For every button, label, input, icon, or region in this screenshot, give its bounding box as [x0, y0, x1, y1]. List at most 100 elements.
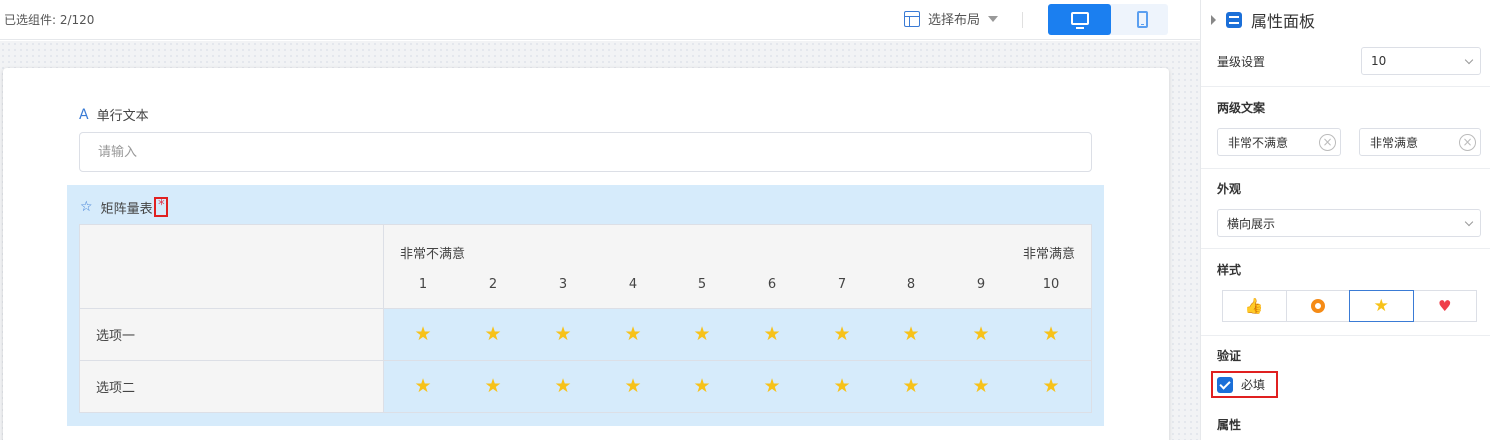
panel-title: 属性面板: [1251, 12, 1316, 31]
star-icon[interactable]: ★: [408, 323, 438, 345]
layout-select-label: 选择布局: [928, 13, 981, 28]
heart-icon: ♥: [1438, 297, 1452, 315]
level-setting-value: 10: [1371, 54, 1387, 68]
chevron-down-icon: [1464, 217, 1474, 227]
required-mark: *: [153, 197, 168, 217]
clear-icon[interactable]: ×: [1319, 134, 1336, 151]
matrix-field-label: ☆ 矩阵量表 *: [80, 197, 168, 217]
desktop-view-button[interactable]: [1048, 4, 1111, 35]
attributes-label: 属性: [1217, 418, 1242, 432]
star-icon[interactable]: ★: [896, 323, 926, 345]
star-icon[interactable]: ★: [687, 323, 717, 345]
high-text-input[interactable]: 非常满意 ×: [1359, 128, 1481, 156]
star-icon[interactable]: ★: [827, 375, 857, 397]
star-icon[interactable]: ★: [687, 375, 717, 397]
layout-icon: [904, 10, 920, 27]
matrix-row-label: 选项一: [80, 309, 384, 360]
appearance-select[interactable]: 横向展示: [1217, 209, 1481, 237]
mobile-view-button[interactable]: [1111, 4, 1174, 35]
level-setting-select[interactable]: 10: [1361, 47, 1481, 75]
form-card: A 单行文本 ☆ 矩阵量表 * 非常不满意 非常满意 1 2 3 4 5: [3, 68, 1169, 440]
clear-icon[interactable]: ×: [1459, 134, 1476, 151]
single-line-input[interactable]: [79, 132, 1092, 172]
matrix-row-label: 选项二: [80, 361, 384, 412]
scale-number: 7: [837, 277, 847, 292]
style-option-ring[interactable]: [1285, 290, 1350, 322]
scale-number: 2: [488, 277, 498, 292]
star-icon[interactable]: ★: [757, 375, 787, 397]
star-icon[interactable]: ★: [618, 375, 648, 397]
scale-number: 8: [906, 277, 916, 292]
sliders-icon: [1226, 12, 1242, 28]
star-icon: ★: [1373, 296, 1389, 316]
scale-number: 10: [1042, 277, 1060, 292]
star-icon[interactable]: ★: [1036, 323, 1066, 345]
star-icon[interactable]: ★: [408, 375, 438, 397]
style-label: 样式: [1217, 263, 1242, 277]
device-toggle: [1048, 4, 1168, 35]
star-icon[interactable]: ★: [618, 323, 648, 345]
matrix-scale-component[interactable]: ☆ 矩阵量表 * 非常不满意 非常满意 1 2 3 4 5 6 7 8 9 10…: [67, 185, 1104, 426]
matrix-label-text: 矩阵量表: [100, 201, 153, 217]
divider: [1201, 86, 1490, 87]
matrix-row: 选项二 ★ ★ ★ ★ ★ ★ ★ ★ ★ ★: [80, 361, 1091, 412]
star-icon[interactable]: ★: [966, 323, 996, 345]
matrix-table: 非常不满意 非常满意 1 2 3 4 5 6 7 8 9 10 选项一 ★ ★: [79, 224, 1092, 413]
required-checkbox[interactable]: 必填: [1211, 371, 1278, 398]
style-options: 👍 ★ ♥: [1222, 290, 1477, 322]
top-toolbar: 已选组件: 2/120 选择布局: [0, 0, 1200, 40]
selected-component-count: 已选组件: 2/120: [4, 13, 95, 27]
matrix-row: 选项一 ★ ★ ★ ★ ★ ★ ★ ★ ★ ★: [80, 309, 1091, 361]
scale-number: 3: [558, 277, 568, 292]
design-canvas: A 单行文本 ☆ 矩阵量表 * 非常不满意 非常满意 1 2 3 4 5: [0, 41, 1200, 440]
star-icon[interactable]: ★: [548, 323, 578, 345]
star-icon[interactable]: ★: [478, 323, 508, 345]
star-icon[interactable]: ★: [757, 323, 787, 345]
star-outline-icon: ☆: [80, 199, 93, 215]
divider: [1201, 335, 1490, 336]
appearance-value: 横向展示: [1227, 216, 1276, 231]
checkbox-checked-icon[interactable]: [1217, 376, 1233, 393]
required-label: 必填: [1241, 378, 1266, 392]
ring-icon: [1310, 299, 1325, 313]
caret-down-icon: [988, 15, 999, 22]
validation-label: 验证: [1217, 349, 1242, 363]
star-icon[interactable]: ★: [966, 375, 996, 397]
monitor-icon: [1070, 11, 1089, 29]
scale-number: 9: [976, 277, 986, 292]
style-option-star[interactable]: ★: [1349, 290, 1414, 322]
thumb-icon: 👍: [1244, 297, 1264, 315]
layout-select[interactable]: 选择布局: [904, 9, 999, 28]
scale-number: 5: [697, 277, 707, 292]
style-option-heart[interactable]: ♥: [1412, 290, 1477, 322]
single-line-field-label: A 单行文本: [79, 105, 149, 125]
single-line-label-text: 单行文本: [96, 109, 149, 124]
panel-header[interactable]: 属性面板: [1211, 8, 1315, 32]
phone-icon: [1137, 11, 1148, 28]
matrix-header: 非常不满意 非常满意 1 2 3 4 5 6 7 8 9 10: [80, 225, 1091, 309]
text-field-icon: A: [79, 106, 89, 123]
star-icon[interactable]: ★: [1036, 375, 1066, 397]
property-panel: 属性面板 量级设置 10 两级文案 非常不满意 × 非常满意 × 外观 横向展示…: [1200, 0, 1490, 440]
star-icon[interactable]: ★: [478, 375, 508, 397]
low-text-value: 非常不满意: [1228, 135, 1289, 150]
star-icon[interactable]: ★: [896, 375, 926, 397]
scale-number: 6: [767, 277, 777, 292]
style-option-thumb[interactable]: 👍: [1222, 290, 1287, 322]
high-text-value: 非常满意: [1370, 135, 1419, 150]
star-icon[interactable]: ★: [548, 375, 578, 397]
toolbar-divider: [1022, 12, 1023, 28]
scale-low-label: 非常不满意: [400, 247, 466, 262]
divider: [1201, 168, 1490, 169]
scale-high-label: 非常满意: [1022, 247, 1075, 262]
divider: [1201, 248, 1490, 249]
level-setting-label: 量级设置: [1217, 55, 1266, 69]
expand-arrow-icon: [1211, 15, 1216, 25]
star-icon[interactable]: ★: [827, 323, 857, 345]
scale-number: 4: [628, 277, 638, 292]
two-level-text-label: 两级文案: [1217, 101, 1266, 115]
appearance-label: 外观: [1217, 182, 1242, 196]
low-text-input[interactable]: 非常不满意 ×: [1217, 128, 1341, 156]
scale-number: 1: [418, 277, 428, 292]
chevron-down-icon: [1464, 55, 1474, 65]
